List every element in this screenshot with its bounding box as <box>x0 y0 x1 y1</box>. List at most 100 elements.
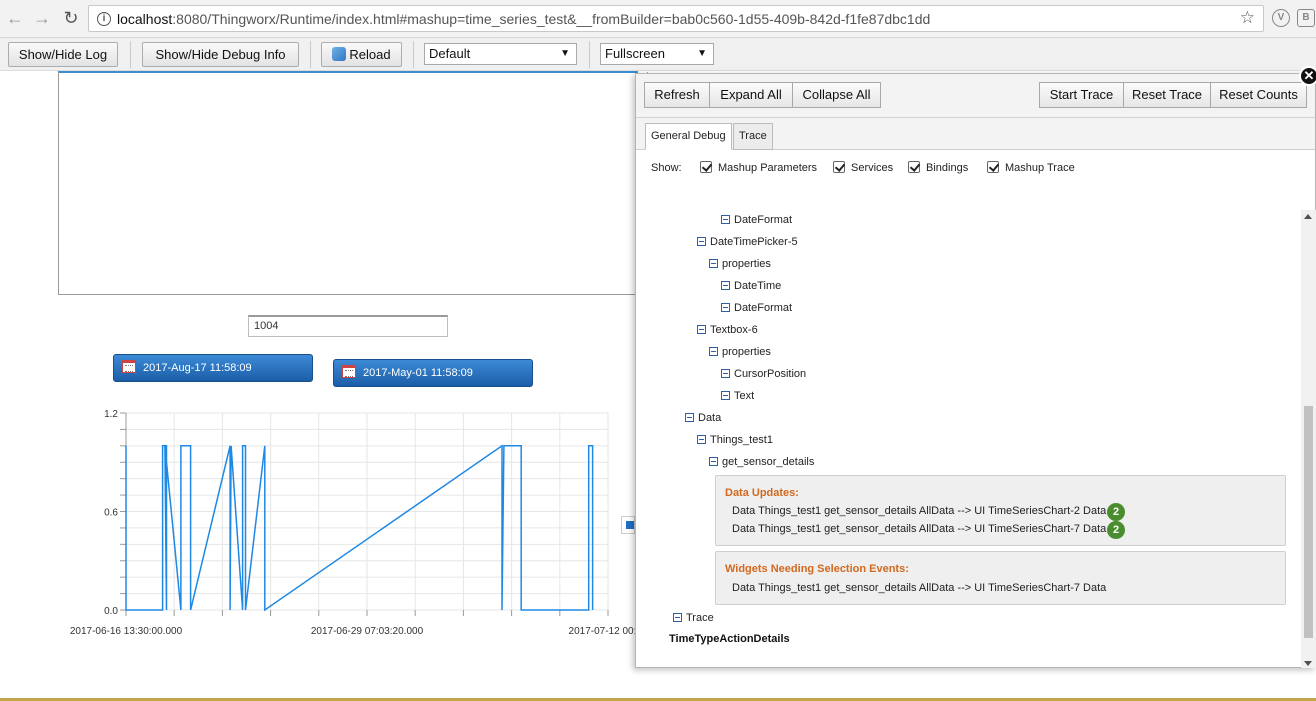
reload-button[interactable]: Reload <box>321 42 402 67</box>
bindings-checkbox[interactable]: Bindings <box>908 161 968 174</box>
show-filters: Show: Mashup Parameters Services Binding… <box>636 151 1315 187</box>
date-picker-start[interactable]: 2017-May-01 11:58:09 <box>333 359 533 387</box>
view-select-value: Fullscreen <box>605 46 665 61</box>
tree-node[interactable]: DateFormat <box>721 301 792 317</box>
dropdown-caret-icon: ▼ <box>697 48 707 59</box>
tree-node-label: Things_test1 <box>710 434 773 446</box>
tab-trace[interactable]: Trace <box>733 123 773 150</box>
collapse-icon[interactable] <box>721 369 730 378</box>
tree-node[interactable]: Text <box>721 389 754 405</box>
collapse-icon[interactable] <box>697 325 706 334</box>
scroll-thumb[interactable] <box>1304 406 1313 638</box>
calendar-icon <box>122 360 136 373</box>
tree-node[interactable]: DateTimePicker-5 <box>697 235 798 251</box>
services-checkbox[interactable]: Services <box>833 161 893 174</box>
tree-node-label: DateTimePicker-5 <box>710 236 798 248</box>
checkbox-icon <box>908 161 920 173</box>
toolbar-divider <box>413 41 414 68</box>
tree-node[interactable]: Data <box>685 411 721 427</box>
toolbar-divider <box>310 41 311 68</box>
forward-arrow-icon[interactable]: → <box>31 7 53 29</box>
time-series-chart: 1.20.60.0 2017-06-16 13:30:00.000 2017-06… <box>70 409 640 637</box>
empty-chart-widget <box>58 72 648 295</box>
show-hide-log-button[interactable]: Show/Hide Log <box>8 42 118 67</box>
x-tick-label: 2017-07-12 00:36 <box>569 626 640 637</box>
reset-trace-button[interactable]: Reset Trace <box>1123 82 1211 108</box>
tree-node[interactable]: properties <box>709 257 771 273</box>
tree-node[interactable]: DateFormat <box>721 213 792 229</box>
url-host: localhost <box>117 11 173 27</box>
bookmark-star-icon[interactable]: ☆ <box>1240 8 1255 28</box>
show-label: Show: <box>651 162 682 174</box>
tree-node-trace[interactable]: Trace <box>673 611 714 627</box>
collapse-icon[interactable] <box>709 259 718 268</box>
collapse-icon[interactable] <box>721 281 730 290</box>
tree-node-label: DateFormat <box>734 214 793 226</box>
collapse-icon[interactable] <box>721 303 730 312</box>
expand-all-button[interactable]: Expand All <box>709 82 793 108</box>
browser-reload-icon[interactable]: ↻ <box>60 7 82 29</box>
date-picker-start-value: 2017-May-01 11:58:09 <box>363 367 473 379</box>
tree-node[interactable]: CursorPosition <box>721 367 806 383</box>
tree-node-label: DateTime <box>734 280 782 292</box>
y-tick-label: 0.0 <box>104 606 118 617</box>
collapse-icon[interactable] <box>697 435 706 444</box>
collapse-icon[interactable] <box>697 237 706 246</box>
back-arrow-icon[interactable]: ← <box>4 7 26 29</box>
data-update-line: Data Things_test1 get_sensor_details All… <box>732 523 1107 535</box>
tree-node[interactable]: Textbox-6 <box>697 323 758 339</box>
collapse-icon[interactable] <box>673 613 682 622</box>
chart-legend-marker <box>621 516 635 534</box>
runtime-toolbar: Show/Hide Log Show/Hide Debug Info Reloa… <box>0 38 1316 71</box>
browser-toolbar: ← → ↻ i localhost:8080/Thingworx/Runtime… <box>0 0 1316 38</box>
checkbox-icon <box>833 161 845 173</box>
chart-y-axis: 1.2 0.6 0.0 <box>104 409 118 617</box>
show-hide-debug-button[interactable]: Show/Hide Debug Info <box>142 42 299 67</box>
address-bar[interactable]: i localhost:8080/Thingworx/Runtime/index… <box>88 5 1264 32</box>
collapse-icon[interactable] <box>721 391 730 400</box>
debug-tree: DateFormat DateTimePicker-5 properties D… <box>636 198 1301 668</box>
widgets-needing-title: Widgets Needing Selection Events: <box>725 563 909 575</box>
time-type-action-details: TimeTypeActionDetails <box>669 633 790 645</box>
tree-node-label: properties <box>722 258 771 270</box>
checkbox-label: Mashup Trace <box>1005 162 1075 174</box>
refresh-button[interactable]: Refresh <box>644 82 710 108</box>
tree-node-label: Trace <box>686 612 714 624</box>
tree-node[interactable]: Things_test1 <box>697 433 773 449</box>
reset-counts-button[interactable]: Reset Counts <box>1210 82 1307 108</box>
tab-general-debug[interactable]: General Debug <box>645 123 732 150</box>
start-trace-button[interactable]: Start Trace <box>1039 82 1124 108</box>
url-path: :8080/Thingworx/Runtime/index.html#mashu… <box>172 11 931 27</box>
debug-scrollbar[interactable] <box>1301 210 1316 668</box>
date-picker-end-value: 2017-Aug-17 11:58:09 <box>143 362 252 374</box>
close-debug-icon[interactable]: ✕ <box>1299 66 1316 86</box>
collapse-icon[interactable] <box>709 347 718 356</box>
collapse-icon[interactable] <box>685 413 694 422</box>
tree-node[interactable]: get_sensor_details <box>709 455 814 471</box>
debug-tabs: General Debug Trace <box>636 118 1315 150</box>
widgets-needing-box: Widgets Needing Selection Events: Data T… <box>715 551 1286 605</box>
info-icon[interactable]: i <box>97 12 111 26</box>
collapse-icon[interactable] <box>709 457 718 466</box>
theme-select[interactable]: Default ▼ <box>424 43 577 65</box>
url-text[interactable]: localhost:8080/Thingworx/Runtime/index.h… <box>117 11 930 27</box>
mashup-trace-checkbox[interactable]: Mashup Trace <box>987 161 1075 174</box>
collapse-icon[interactable] <box>721 215 730 224</box>
extension-v-icon[interactable]: V <box>1272 9 1290 27</box>
value-textbox[interactable]: 1004 <box>248 315 448 337</box>
tree-node-label: CursorPosition <box>734 368 807 380</box>
checkbox-label: Services <box>851 162 894 174</box>
tree-node-label: properties <box>722 346 771 358</box>
tree-node[interactable]: DateTime <box>721 279 781 295</box>
tree-node[interactable]: properties <box>709 345 771 361</box>
date-picker-end[interactable]: 2017-Aug-17 11:58:09 <box>113 354 313 382</box>
scroll-up-icon[interactable] <box>1304 214 1312 219</box>
mashup-parameters-checkbox[interactable]: Mashup Parameters <box>700 161 817 174</box>
scroll-down-icon[interactable] <box>1304 661 1312 666</box>
y-tick-label: 0.6 <box>104 508 118 519</box>
view-select[interactable]: Fullscreen ▼ <box>600 43 714 65</box>
data-update-line: Data Things_test1 get_sensor_details All… <box>732 505 1107 517</box>
checkbox-icon <box>987 161 999 173</box>
collapse-all-button[interactable]: Collapse All <box>792 82 881 108</box>
extension-icon[interactable]: B <box>1297 9 1315 27</box>
